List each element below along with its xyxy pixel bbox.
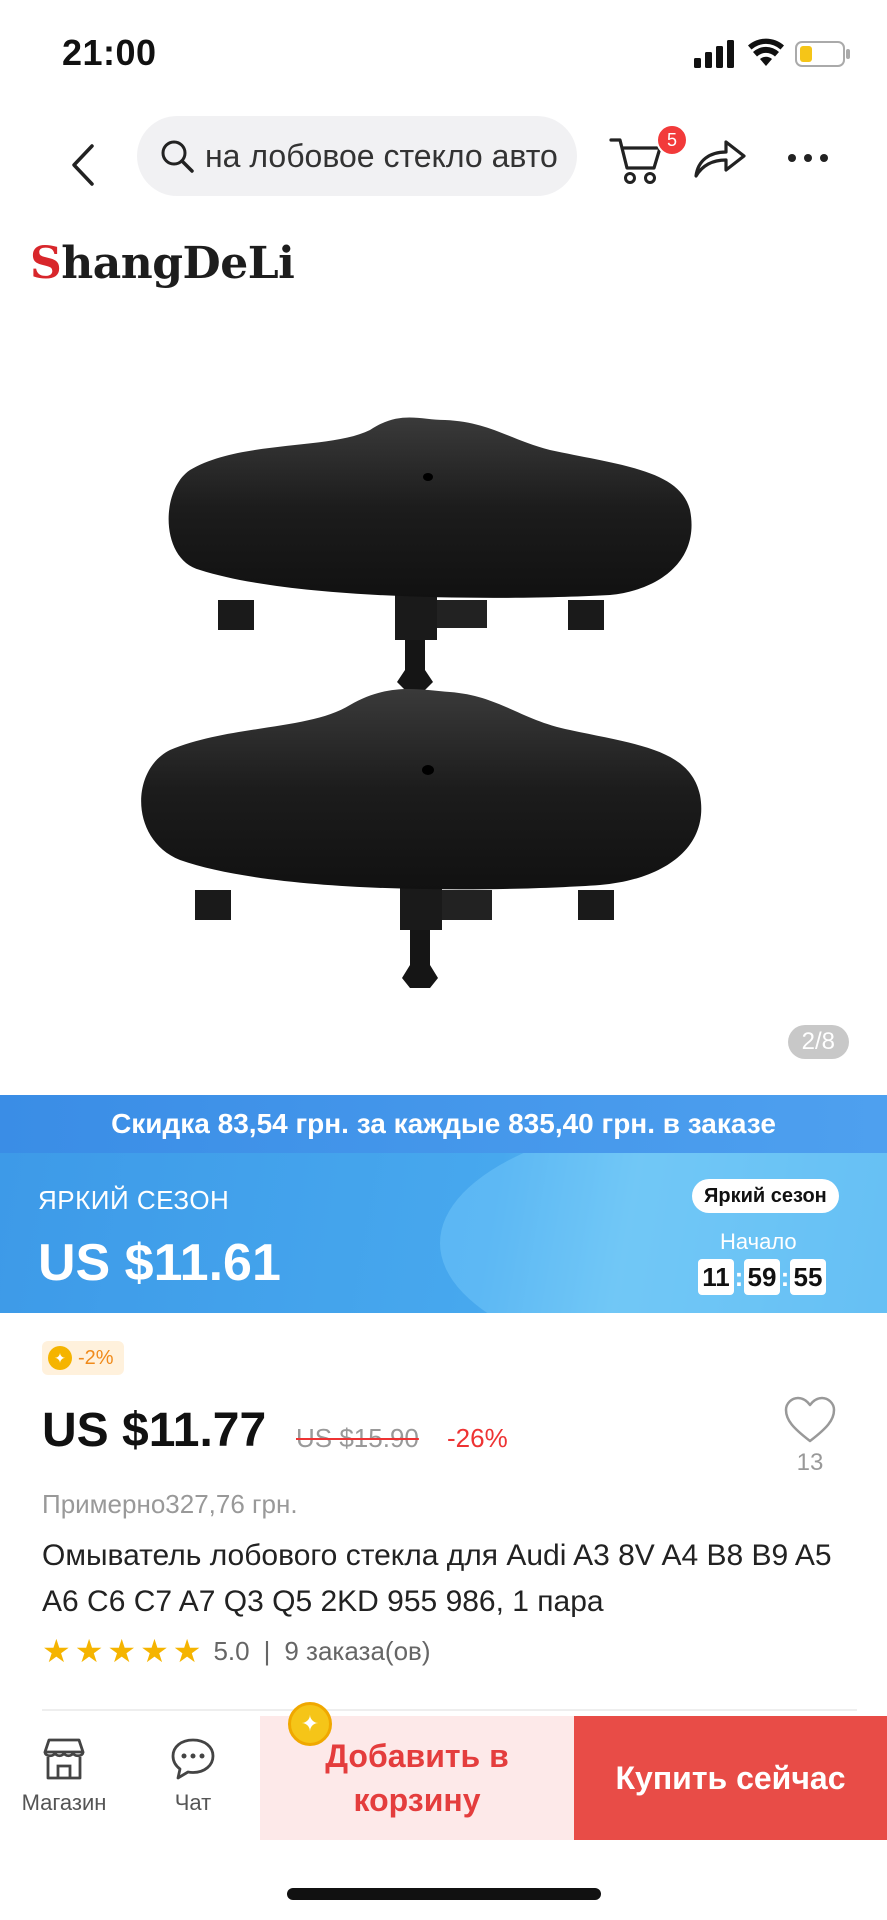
chat-icon (171, 1738, 215, 1780)
search-input[interactable] (205, 137, 565, 175)
battery-icon (795, 41, 850, 67)
search-icon (161, 140, 194, 173)
discount-banner[interactable]: Скидка 83,54 грн. за каждые 835,40 грн. … (0, 1095, 887, 1153)
promo-price: US $11.61 (38, 1234, 281, 1292)
dot-icon (788, 154, 796, 162)
gallery-counter: 2/8 (787, 1025, 849, 1059)
store-icon (43, 1738, 85, 1780)
star-icon: ★ (42, 1633, 71, 1669)
timer-hours: 11 (698, 1259, 734, 1295)
rating-value: 5.0 (213, 1635, 250, 1666)
promo-label: ЯРКИЙ СЕЗОН (38, 1185, 230, 1215)
orders-count: 9 заказа(ов) (284, 1635, 431, 1666)
chat-button[interactable]: Чат (148, 1734, 238, 1816)
star-icon: ★ (74, 1633, 104, 1669)
product-price: US $11.77 (42, 1404, 267, 1457)
star-icon: ★ (172, 1633, 202, 1669)
wifi-icon (748, 38, 784, 66)
star-icon: ★ (107, 1633, 137, 1669)
brand-logo: ShangDeLi (30, 238, 295, 289)
approx-price: Примерно327,76 грн. (42, 1489, 298, 1519)
chat-label: Чат (174, 1790, 212, 1815)
coin-discount-value: -2% (78, 1346, 114, 1369)
heart-icon (784, 1396, 836, 1443)
status-bar: 21:00 (0, 0, 887, 110)
product-image (141, 417, 702, 988)
discount-percent: -26% (447, 1423, 508, 1453)
timer-minutes: 59 (744, 1259, 780, 1295)
chevron-left-icon (72, 144, 94, 186)
product-title: Омыватель лобового стекла для Audi A3 8V… (42, 1539, 832, 1618)
add-to-cart-label: Добавить в корзину (325, 1738, 509, 1818)
promo-season-banner[interactable]: ЯРКИЙ СЕЗОН US $11.61 Яркий сезон Начало… (0, 1153, 887, 1313)
search-bar[interactable] (137, 116, 577, 196)
rating-row[interactable]: ★ ★ ★ ★ ★ 5.0 | 9 заказа(ов) (42, 1635, 431, 1667)
store-label: Магазин (21, 1790, 107, 1815)
dot-icon (820, 154, 828, 162)
divider (42, 1709, 857, 1711)
cart-count-badge: 5 (656, 124, 688, 156)
rating-stars: ★ ★ ★ ★ ★ (42, 1635, 201, 1667)
rating-separator: | (263, 1635, 271, 1666)
store-button[interactable]: Магазин (14, 1734, 114, 1816)
share-icon[interactable] (692, 136, 748, 180)
status-time: 21:00 (62, 32, 157, 73)
buy-now-button[interactable]: Купить сейчас (574, 1716, 887, 1840)
wishlist-button[interactable]: 13 (780, 1395, 840, 1477)
back-button[interactable] (58, 130, 108, 200)
star-icon: ★ (140, 1633, 169, 1669)
bottom-action-bar: Магазин Чат Добавить в корзину ✦ Купить … (0, 1702, 887, 1842)
promo-start-label: Начало (720, 1229, 797, 1254)
top-nav: 5 (0, 110, 887, 220)
timer-seconds: 55 (790, 1259, 826, 1295)
cellular-signal-icon (694, 40, 734, 68)
dot-icon (804, 154, 812, 162)
promo-tag: Яркий сезон (692, 1179, 839, 1213)
more-options-button[interactable] (782, 134, 834, 182)
countdown-timer: 11 : 59 : 55 (698, 1259, 826, 1295)
product-gallery[interactable]: ShangDeLi 2/8 (0, 220, 887, 1095)
original-price: US $15.90 (296, 1423, 419, 1453)
wishlist-count: 13 (796, 1449, 824, 1476)
coin-icon: ✦ (288, 1702, 332, 1746)
coin-discount-badge: ✦ -2% (42, 1341, 124, 1375)
coin-icon: ✦ (48, 1346, 72, 1370)
product-info: ✦ -2% US $11.77 US $15.90 -26% 13 Пример… (0, 1313, 887, 1723)
home-indicator (287, 1888, 601, 1900)
